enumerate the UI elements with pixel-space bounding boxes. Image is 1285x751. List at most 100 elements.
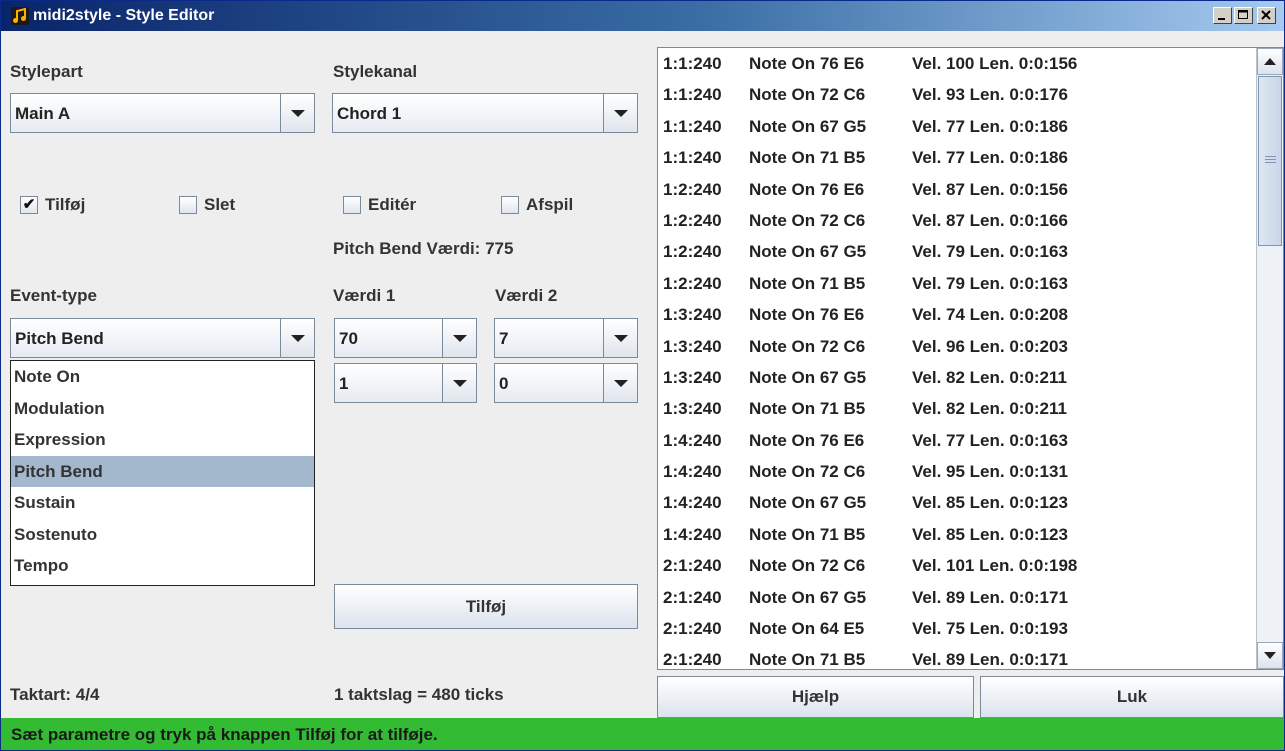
time-signature-label: Taktart: 4/4 — [10, 685, 100, 704]
list-item[interactable]: 1:3:240 Note On 67 G5 Vel. 82 Len. 0:0:211 — [658, 362, 1256, 393]
event-time: 1:1:240 — [663, 148, 722, 168]
vaerdi1-a-value: 70 — [339, 329, 358, 348]
list-item[interactable]: 1:2:240 Note On 71 B5 Vel. 79 Len. 0:0:163 — [658, 268, 1256, 299]
chevron-down-icon[interactable] — [603, 319, 637, 357]
maximize-button[interactable] — [1234, 7, 1253, 24]
music-note-icon — [11, 7, 29, 25]
vaerdi1-label: Værdi 1 — [333, 286, 396, 305]
list-item[interactable]: 1:3:240 Note On 76 E6 Vel. 74 Len. 0:0:208 — [658, 299, 1256, 330]
stylekanal-value: Chord 1 — [337, 104, 402, 123]
event-type: Note On 72 C6 — [749, 462, 866, 482]
dropdown-option-sustain[interactable]: Sustain — [11, 487, 314, 519]
event-type-dropdown-list[interactable]: Note On Modulation Expression Pitch Bend… — [10, 360, 315, 586]
title-bar[interactable]: midi2style - Style Editor — [1, 1, 1284, 31]
event-details: Vel. 93 Len. 0:0:176 — [912, 85, 1068, 105]
chevron-down-icon[interactable] — [442, 319, 476, 357]
list-item[interactable]: 1:4:240 Note On 72 C6 Vel. 95 Len. 0:0:131 — [658, 456, 1256, 487]
dropdown-option-tempo[interactable]: Tempo — [11, 550, 314, 582]
event-details: Vel. 77 Len. 0:0:186 — [912, 148, 1068, 168]
status-message: Sæt parametre og tryk på knappen Tilføj … — [11, 725, 438, 744]
event-details: Vel. 101 Len. 0:0:198 — [912, 556, 1078, 576]
event-details: Vel. 79 Len. 0:0:163 — [912, 242, 1068, 262]
event-type: Note On 64 E5 — [749, 619, 865, 639]
event-details: Vel. 77 Len. 0:0:163 — [912, 430, 1068, 450]
list-item[interactable]: 2:1:240 Note On 64 E5 Vel. 75 Len. 0:0:193 — [658, 613, 1256, 644]
event-list[interactable]: 1:1:240 Note On 76 E6 Vel. 100 Len. 0:0:15… — [658, 48, 1256, 669]
chevron-down-icon[interactable] — [603, 94, 637, 132]
list-item[interactable]: 1:1:240 Note On 67 G5 Vel. 77 Len. 0:0:186 — [658, 111, 1256, 142]
dropdown-option-pitch-bend[interactable]: Pitch Bend — [11, 455, 314, 487]
event-time: 2:1:240 — [663, 650, 722, 669]
close-button[interactable]: Luk — [980, 676, 1284, 718]
vaerdi1-select-b[interactable]: 1 — [334, 363, 477, 403]
vaerdi2-select-a[interactable]: 7 — [494, 318, 638, 358]
vaerdi2-select-b[interactable]: 0 — [494, 363, 638, 403]
list-item[interactable]: 1:3:240 Note On 72 C6 Vel. 96 Len. 0:0:203 — [658, 331, 1256, 362]
dropdown-option-modulation[interactable]: Modulation — [11, 393, 314, 425]
help-button[interactable]: Hjælp — [657, 676, 974, 718]
add-event-button[interactable]: Tilføj — [334, 584, 638, 629]
event-time: 1:2:240 — [663, 179, 722, 199]
list-item[interactable]: 1:2:240 Note On 72 C6 Vel. 87 Len. 0:0:166 — [658, 205, 1256, 236]
list-item[interactable]: 1:2:240 Note On 76 E6 Vel. 87 Len. 0:0:156 — [658, 174, 1256, 205]
event-details: Vel. 89 Len. 0:0:171 — [912, 650, 1068, 669]
scroll-down-arrow-icon[interactable] — [1257, 642, 1283, 669]
event-details: Vel. 96 Len. 0:0:203 — [912, 336, 1068, 356]
list-item[interactable]: 2:1:240 Note On 71 B5 Vel. 89 Len. 0:0:171 — [658, 644, 1256, 669]
stylepart-select[interactable]: Main A — [10, 93, 315, 133]
dropdown-option-note-on[interactable]: Note On — [11, 361, 314, 393]
checkbox-icon[interactable] — [179, 196, 197, 214]
event-details: Vel. 87 Len. 0:0:156 — [912, 179, 1068, 199]
stylepart-label: Stylepart — [10, 62, 83, 81]
list-item[interactable]: 1:1:240 Note On 76 E6 Vel. 100 Len. 0:0:15… — [658, 48, 1256, 79]
stylekanal-select[interactable]: Chord 1 — [332, 93, 638, 133]
event-time: 1:1:240 — [663, 54, 722, 73]
checkbox-icon[interactable] — [501, 196, 519, 214]
vaerdi1-select-a[interactable]: 70 — [334, 318, 477, 358]
event-type-select[interactable]: Pitch Bend — [10, 318, 315, 358]
dropdown-option-expression[interactable]: Expression — [11, 424, 314, 456]
dropdown-option-sostenuto[interactable]: Sostenuto — [11, 519, 314, 551]
list-item[interactable]: 1:1:240 Note On 71 B5 Vel. 77 Len. 0:0:186 — [658, 142, 1256, 173]
list-item[interactable]: 1:4:240 Note On 76 E6 Vel. 77 Len. 0:0:163 — [658, 425, 1256, 456]
window-title: midi2style - Style Editor — [33, 7, 215, 24]
minimize-button[interactable] — [1213, 7, 1232, 24]
list-item[interactable]: 2:1:240 Note On 67 G5 Vel. 89 Len. 0:0:171 — [658, 582, 1256, 613]
minimize-icon — [1218, 18, 1225, 20]
event-type: Note On 71 B5 — [749, 148, 866, 168]
event-type: Note On 67 G5 — [749, 116, 867, 136]
list-item[interactable]: 1:1:240 Note On 72 C6 Vel. 93 Len. 0:0:176 — [658, 79, 1256, 110]
event-details: Vel. 100 Len. 0:0:156 — [912, 54, 1078, 73]
scrollbar-thumb[interactable] — [1258, 76, 1282, 246]
list-item[interactable]: 1:4:240 Note On 71 B5 Vel. 85 Len. 0:0:123 — [658, 519, 1256, 550]
chevron-down-icon[interactable] — [603, 364, 637, 402]
event-type: Note On 72 C6 — [749, 210, 866, 230]
chevron-down-icon[interactable] — [442, 364, 476, 402]
event-type: Note On 67 G5 — [749, 587, 867, 607]
list-item[interactable]: 2:1:240 Note On 72 C6 Vel. 101 Len. 0:0:19… — [658, 550, 1256, 581]
list-item[interactable]: 1:4:240 Note On 67 G5 Vel. 85 Len. 0:0:123 — [658, 487, 1256, 518]
list-item[interactable]: 1:3:240 Note On 71 B5 Vel. 82 Len. 0:0:211 — [658, 393, 1256, 424]
close-window-button[interactable] — [1257, 7, 1276, 24]
event-list-panel: 1:1:240 Note On 76 E6 Vel. 100 Len. 0:0:15… — [657, 47, 1284, 670]
event-type-label: Event-type — [10, 286, 97, 305]
event-time: 2:1:240 — [663, 556, 722, 576]
checkbox-label: Slet — [204, 195, 236, 214]
event-type: Note On 76 E6 — [749, 305, 865, 325]
event-details: Vel. 87 Len. 0:0:166 — [912, 210, 1068, 230]
checkbox-icon[interactable] — [343, 196, 361, 214]
event-details: Vel. 85 Len. 0:0:123 — [912, 524, 1068, 544]
ticks-per-beat-label: 1 taktslag = 480 ticks — [334, 685, 504, 704]
chevron-down-icon[interactable] — [280, 94, 314, 132]
checkbox-checked-icon[interactable]: ✔ — [20, 196, 38, 214]
event-time: 1:2:240 — [663, 242, 722, 262]
event-time: 1:1:240 — [663, 116, 722, 136]
list-item[interactable]: 1:2:240 Note On 67 G5 Vel. 79 Len. 0:0:163 — [658, 236, 1256, 267]
chevron-down-icon[interactable] — [280, 319, 314, 357]
event-time: 1:4:240 — [663, 430, 722, 450]
event-type: Note On 72 C6 — [749, 556, 866, 576]
scroll-up-arrow-icon[interactable] — [1257, 48, 1283, 75]
checkbox-label: Afspil — [526, 195, 574, 214]
vertical-scrollbar[interactable] — [1256, 48, 1283, 669]
event-type: Note On 67 G5 — [749, 493, 867, 513]
